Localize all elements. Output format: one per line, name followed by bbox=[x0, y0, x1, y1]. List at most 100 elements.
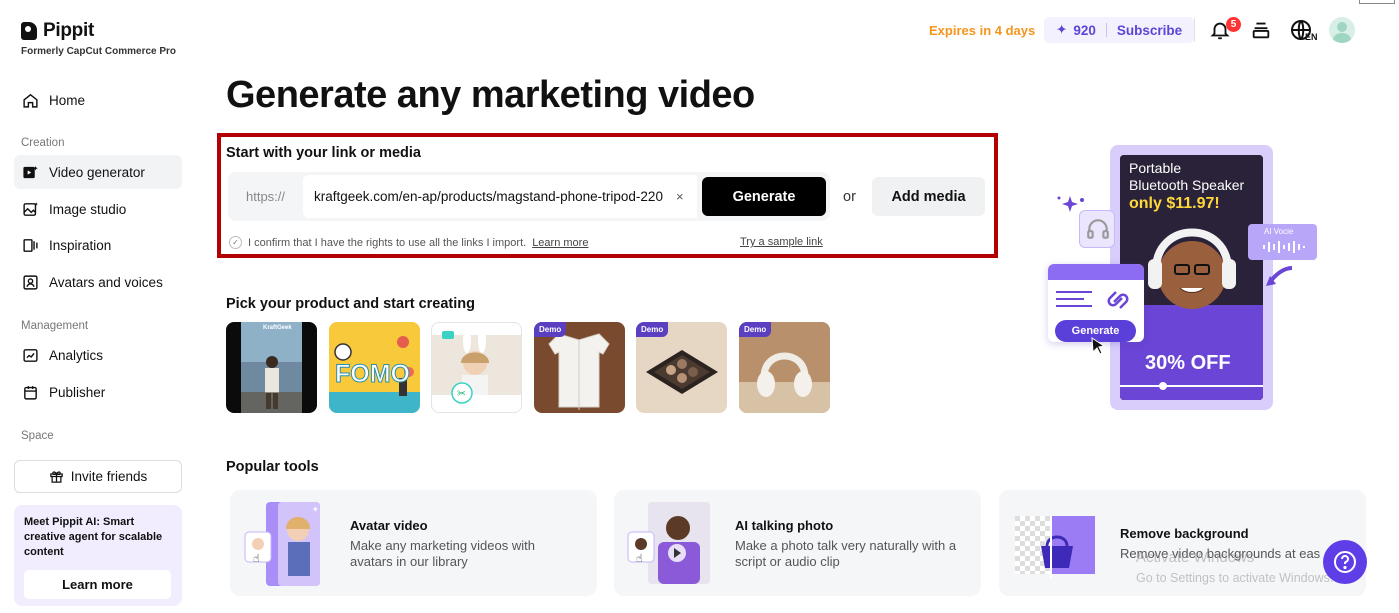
video-generator-icon bbox=[23, 165, 38, 178]
svg-text:☝: ☝ bbox=[253, 553, 260, 565]
activate-windows-watermark: Activate Windows Go to Settings to activ… bbox=[1136, 548, 1333, 588]
section-label-creation: Creation bbox=[21, 137, 65, 149]
thumbnail-caption: FOMO bbox=[335, 360, 411, 389]
tool-name: Avatar video bbox=[350, 518, 428, 533]
confirm-text: I confirm that I have the rights to use … bbox=[248, 236, 527, 249]
promo-headline: Portable Bluetooth Speaker bbox=[1129, 160, 1244, 194]
svg-text:☝: ☝ bbox=[636, 553, 643, 565]
clear-input-icon[interactable]: × bbox=[676, 189, 684, 204]
generate-button[interactable]: Generate bbox=[702, 177, 826, 216]
expiry-notice[interactable]: Expires in 4 days bbox=[929, 23, 1035, 38]
home-icon bbox=[23, 93, 38, 108]
add-media-button[interactable]: Add media bbox=[872, 177, 985, 216]
sparkle-icon: ✦ bbox=[1056, 22, 1068, 37]
user-avatar[interactable] bbox=[1329, 17, 1355, 43]
divider bbox=[1105, 23, 1107, 37]
talking-photo-illustration: ☝ bbox=[627, 502, 710, 584]
arrow-icon bbox=[1266, 266, 1293, 286]
link-input[interactable] bbox=[303, 175, 697, 218]
product-thumbnail[interactable]: Demo bbox=[636, 322, 727, 413]
subscribe-link[interactable]: Subscribe bbox=[1117, 23, 1182, 38]
header-divider bbox=[1194, 18, 1195, 42]
promo-discount: 30% OFF bbox=[1145, 352, 1231, 374]
or-separator: or bbox=[843, 189, 856, 205]
ai-voice-card: AI Vocie bbox=[1248, 224, 1317, 260]
analytics-icon bbox=[23, 348, 38, 362]
credit-count: 920 bbox=[1073, 22, 1096, 38]
svg-text:✦: ✦ bbox=[312, 505, 319, 514]
credits-subscribe-pill[interactable]: ✦ 920 Subscribe bbox=[1044, 17, 1195, 43]
sidebar-item-label: Analytics bbox=[49, 347, 104, 363]
url-prefix: https:// bbox=[245, 189, 286, 204]
brand-subtitle: Formerly CapCut Commerce Pro bbox=[21, 46, 177, 57]
tool-description: Make a photo talk very naturally with a … bbox=[735, 538, 957, 569]
tool-name: AI talking photo bbox=[735, 518, 834, 533]
confirm-checkbox[interactable]: ✓ bbox=[229, 236, 242, 249]
sidebar-item-analytics[interactable]: Analytics bbox=[14, 338, 182, 372]
ai-voice-label: AI Vocie bbox=[1264, 227, 1294, 236]
tool-name: Remove background bbox=[1120, 526, 1249, 541]
start-label: Start with your link or media bbox=[226, 145, 421, 161]
card-header bbox=[1048, 264, 1144, 280]
sample-link[interactable]: Try a sample link bbox=[740, 236, 823, 248]
svg-text:✂: ✂ bbox=[457, 388, 466, 400]
gift-icon bbox=[49, 471, 63, 483]
headset-card bbox=[1079, 210, 1115, 248]
cursor-icon bbox=[1091, 337, 1106, 355]
sidebar: Pippit Formerly CapCut Commerce Pro Home… bbox=[0, 0, 196, 613]
promo-price: only $11.97! bbox=[1129, 195, 1220, 212]
help-button[interactable] bbox=[1323, 540, 1367, 584]
section-label-management: Management bbox=[21, 320, 89, 332]
section-label-space: Space bbox=[21, 430, 54, 442]
promo-line1: Portable bbox=[1129, 160, 1182, 176]
window-corner bbox=[1359, 0, 1395, 4]
sidebar-item-label: Avatars and voices bbox=[49, 274, 163, 290]
sidebar-item-image-studio[interactable]: Image studio bbox=[14, 192, 182, 226]
tripod-video-image bbox=[241, 322, 302, 413]
sidebar-item-inspiration[interactable]: Inspiration bbox=[14, 228, 182, 262]
sidebar-item-label: Inspiration bbox=[49, 237, 112, 253]
watermark-subtitle: Go to Settings to activate Windows. bbox=[1136, 571, 1334, 585]
sidebar-item-publisher[interactable]: Publisher bbox=[14, 375, 182, 409]
sidebar-item-label: Image studio bbox=[49, 201, 127, 217]
tool-description: Make any marketing videos with avatars i… bbox=[350, 538, 535, 569]
link-input-group: https:// × Generate bbox=[228, 172, 830, 221]
stack-icon[interactable] bbox=[1250, 19, 1272, 41]
invite-friends-label: Invite friends bbox=[70, 469, 148, 484]
inspiration-icon bbox=[23, 238, 38, 252]
remove-background-illustration bbox=[1015, 516, 1095, 578]
product-thumbnail[interactable]: Demo bbox=[739, 322, 830, 413]
avatar-video-illustration: ☝ ✦ bbox=[244, 502, 320, 586]
sidebar-item-home[interactable]: Home bbox=[14, 83, 182, 117]
sidebar-item-avatars-and-voices[interactable]: Avatars and voices bbox=[14, 265, 182, 299]
sidebar-item-label: Publisher bbox=[49, 384, 106, 400]
tool-card-ai-talking-photo[interactable]: ☝ AI talking photo Make a photo talk ver… bbox=[614, 490, 981, 596]
sidebar-item-video-generator[interactable]: Video generator bbox=[14, 155, 182, 189]
waveform-icon bbox=[1263, 241, 1305, 253]
headset-icon bbox=[1087, 219, 1109, 239]
learn-more-link[interactable]: Learn more bbox=[532, 237, 588, 249]
meet-pippit-card: Meet Pippit AI: Smart creative agent for… bbox=[14, 505, 182, 606]
brand-name: Pippit bbox=[43, 20, 94, 41]
demo-tag: Demo bbox=[636, 322, 669, 337]
notification-badge: 5 bbox=[1226, 17, 1241, 32]
image-studio-icon bbox=[23, 201, 38, 216]
promo-line2: Bluetooth Speaker bbox=[1129, 177, 1245, 193]
product-thumbnail[interactable]: ✂ bbox=[431, 322, 522, 413]
rights-confirmation: ✓ I confirm that I have the rights to us… bbox=[229, 236, 588, 249]
tool-card-avatar-video[interactable]: ☝ ✦ Avatar video Make any marketing vide… bbox=[230, 490, 597, 596]
watermark-title: Activate Windows bbox=[1136, 549, 1255, 566]
brand-logo[interactable]: Pippit bbox=[21, 20, 94, 42]
invite-friends-button[interactable]: Invite friends bbox=[14, 460, 182, 493]
product-thumbnail[interactable]: FOMO bbox=[329, 322, 420, 413]
avatar-icon bbox=[23, 274, 38, 290]
demo-tag: Demo bbox=[534, 322, 567, 337]
calendar-icon bbox=[24, 385, 37, 400]
link-icon bbox=[1056, 291, 1129, 309]
girl-bunny-ears-image: ✂ bbox=[432, 329, 521, 404]
sidebar-item-label: Video generator bbox=[49, 164, 145, 180]
product-thumbnail[interactable]: Demo bbox=[534, 322, 625, 413]
sidebar-item-label: Home bbox=[49, 92, 86, 108]
product-thumbnail[interactable]: KraftGeek bbox=[226, 322, 317, 413]
learn-more-button[interactable]: Learn more bbox=[24, 570, 171, 599]
